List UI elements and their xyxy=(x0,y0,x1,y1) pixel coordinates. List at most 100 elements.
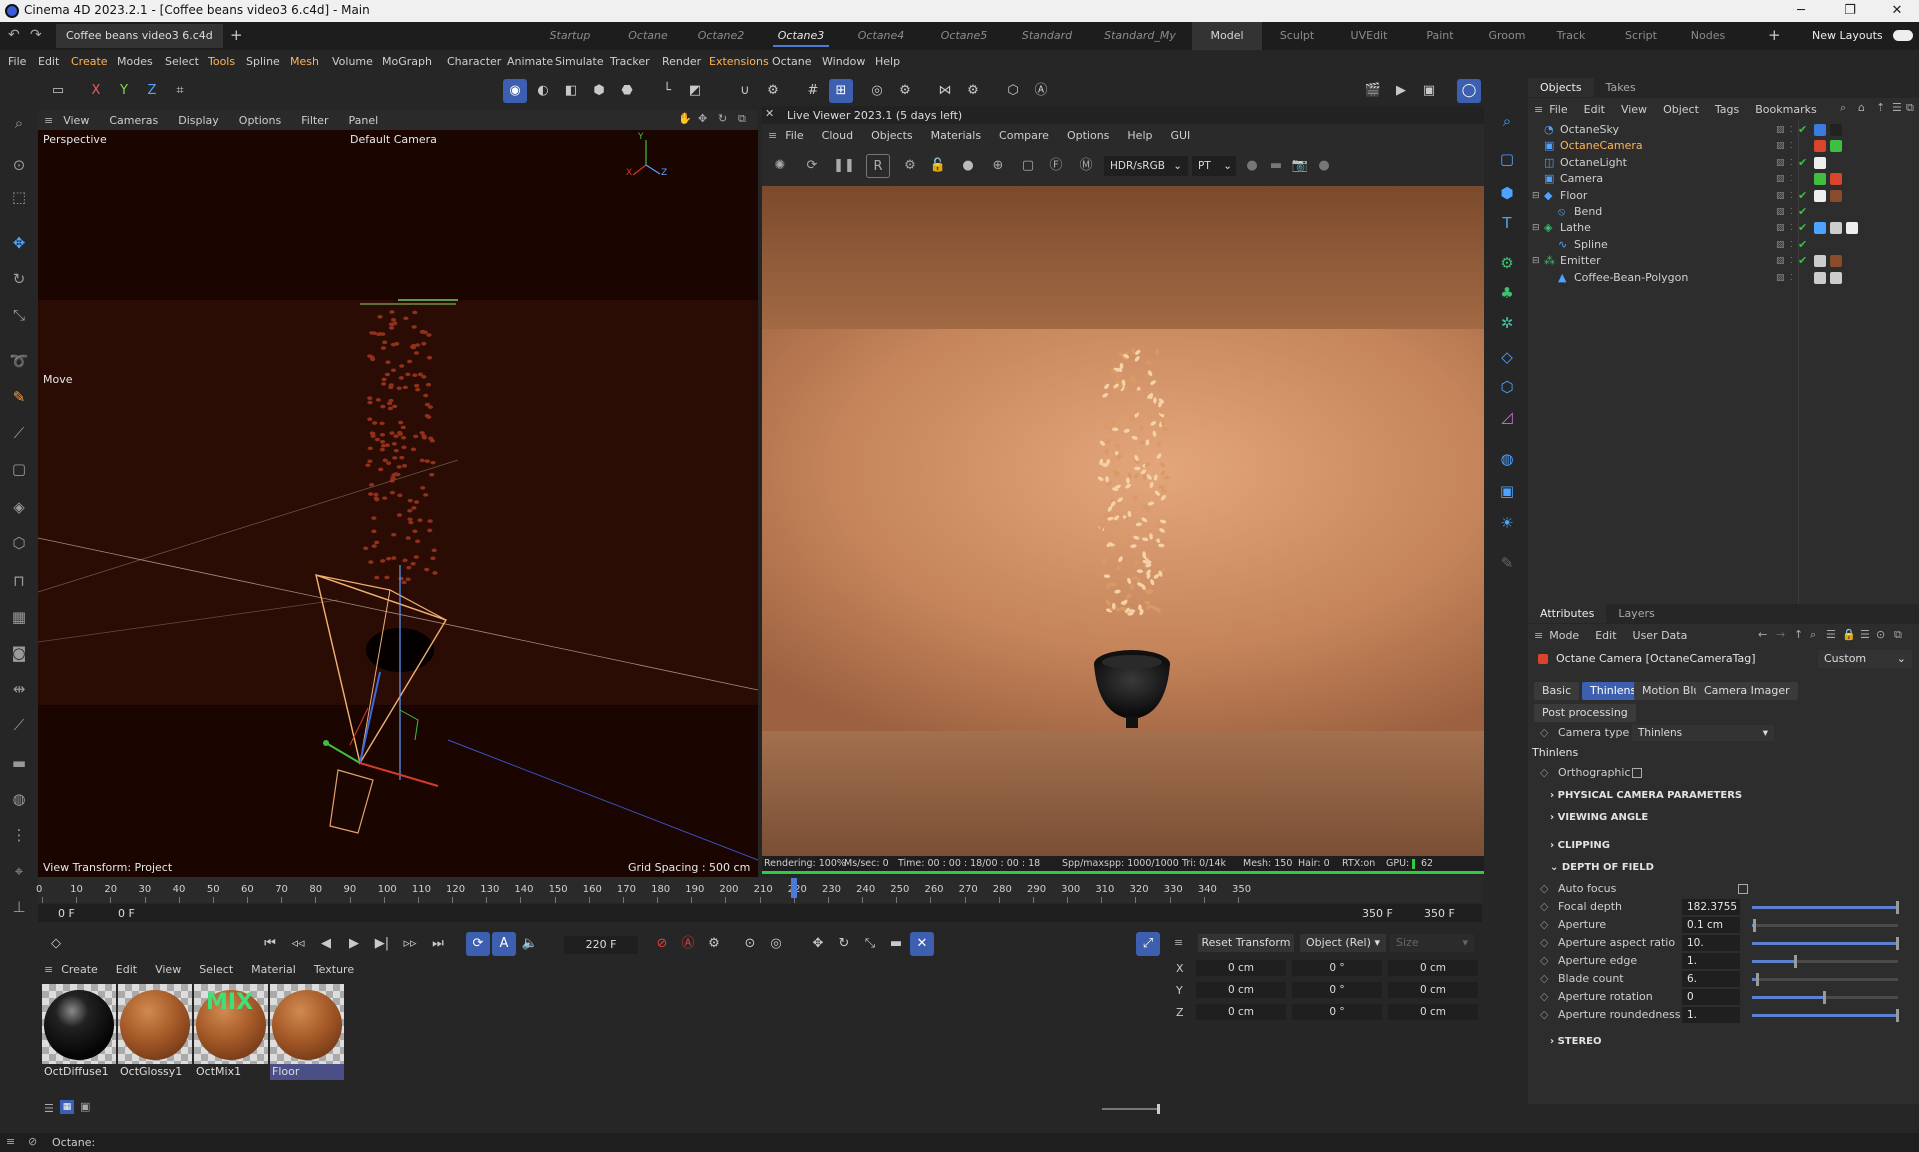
pan-icon[interactable]: ✋ xyxy=(678,112,692,125)
polygons-mode-icon[interactable]: ⬣ xyxy=(615,79,639,103)
param-slider[interactable] xyxy=(1752,919,1898,932)
menu-octane[interactable]: Octane xyxy=(772,55,812,68)
redo-icon[interactable]: ↷ xyxy=(30,27,42,43)
next-key-icon[interactable]: ▹▹ xyxy=(398,932,422,956)
attributes-menu-mode[interactable]: Mode xyxy=(1549,629,1579,642)
live-viewer-menu-compare[interactable]: Compare xyxy=(999,129,1049,142)
layout-tab-sculpt[interactable]: Sculpt xyxy=(1266,22,1328,50)
coord-size-select[interactable]: Size ▾ xyxy=(1390,934,1474,952)
scale-key-icon[interactable]: ⤡ xyxy=(858,932,882,956)
effector-icon[interactable]: ✲ xyxy=(1494,310,1520,336)
tab-layers[interactable]: Layers xyxy=(1606,604,1666,623)
close-viewer-icon[interactable]: ✕ xyxy=(765,107,774,120)
document-tab[interactable]: Coffee beans video3 6.c4d xyxy=(56,24,223,48)
search-icon[interactable]: ⌕ xyxy=(1840,101,1846,115)
timeline-ruler[interactable]: 0 10 20 30 40 50 60 70 80 90 100 110 120 130 140 150 160… xyxy=(36,877,1482,903)
model-mode-icon[interactable]: ◉ xyxy=(503,79,527,103)
orthographic-checkbox[interactable] xyxy=(1632,768,1642,778)
menu-window[interactable]: Window xyxy=(822,55,865,68)
points-mode-icon[interactable]: ◧ xyxy=(559,79,583,103)
coord-system-icon[interactable]: ⌗ xyxy=(168,79,192,103)
measure-icon[interactable]: ⌖ xyxy=(6,858,32,884)
null-object-icon[interactable]: ▢ xyxy=(1494,146,1520,172)
object-tag-icon[interactable] xyxy=(1814,189,1826,202)
key-settings-icon[interactable]: ⚙ xyxy=(702,932,726,956)
expand-icon[interactable]: ⧉ xyxy=(1906,101,1914,115)
lasso-icon[interactable]: ➰ xyxy=(6,348,32,374)
live-viewer-menu-help[interactable]: Help xyxy=(1127,129,1152,142)
coord-position-field[interactable]: 0 cm xyxy=(1196,1004,1286,1020)
object-tag-icon[interactable] xyxy=(1830,173,1842,186)
magnet-icon[interactable]: ∪ xyxy=(733,79,757,103)
object-tag-icon[interactable] xyxy=(1814,222,1826,235)
render-image[interactable] xyxy=(762,186,1484,856)
coord-position-field[interactable]: 0 cm xyxy=(1196,960,1286,976)
live-viewer-menu-file[interactable]: File xyxy=(785,129,803,142)
autokey-icon[interactable]: Ⓐ xyxy=(676,932,700,956)
axis-z-button[interactable]: Z xyxy=(140,79,164,103)
live-viewer-menu-options[interactable]: Options xyxy=(1067,129,1109,142)
layout-tab-standard_my[interactable]: Standard_My xyxy=(1096,22,1184,50)
layout-tab-model[interactable]: Model xyxy=(1192,22,1262,50)
attributes-menu-edit[interactable]: Edit xyxy=(1595,629,1616,642)
object-tag-icon[interactable] xyxy=(1830,124,1842,136)
param-value-field[interactable]: 1. xyxy=(1682,1007,1740,1023)
grid-view-icon[interactable]: ▦ xyxy=(60,1100,74,1114)
symmetry-settings-icon[interactable]: ⚙ xyxy=(961,79,985,103)
param-value-field[interactable]: 0 xyxy=(1682,989,1740,1005)
objects-menu-file[interactable]: File xyxy=(1549,103,1567,116)
tab-objects[interactable]: Objects xyxy=(1528,78,1594,97)
settings-icon[interactable]: ⊙ xyxy=(1876,628,1885,641)
cloner-icon[interactable]: ♣ xyxy=(1494,280,1520,306)
minimize-button[interactable]: ─ xyxy=(1781,0,1821,22)
subtab-camera-imager[interactable]: Camera Imager xyxy=(1696,682,1798,700)
close-button[interactable]: ✕ xyxy=(1877,0,1917,22)
material-ball-icon[interactable]: ● xyxy=(956,154,980,178)
menu-spline[interactable]: Spline xyxy=(246,55,280,68)
section-stereo[interactable]: › STEREO xyxy=(1550,1036,1602,1047)
keyframe-diamond-icon[interactable]: ◇ xyxy=(1540,988,1548,1006)
clay-mode-icon[interactable]: ● xyxy=(1312,154,1336,178)
viewport-menu-filter[interactable]: Filter xyxy=(301,114,328,127)
material-menu-texture[interactable]: Texture xyxy=(314,963,354,976)
maximize-button[interactable]: ❐ xyxy=(1830,0,1870,22)
playback-rate-icon[interactable]: A xyxy=(492,932,516,956)
start-frame-field[interactable]: 0 F xyxy=(58,907,75,920)
light-add-icon[interactable]: ☀ xyxy=(1494,510,1520,536)
timeline-view-icon[interactable]: ⤢ xyxy=(1136,932,1160,956)
back-arrow-icon[interactable]: ← xyxy=(1758,628,1767,641)
prev-key-icon[interactable]: ◃◃ xyxy=(286,932,310,956)
loop-icon[interactable]: ⟳ xyxy=(466,932,490,956)
menu-simulate[interactable]: Simulate xyxy=(555,55,604,68)
material-menu-select[interactable]: Select xyxy=(199,963,233,976)
layout-tab-track[interactable]: Track xyxy=(1546,22,1596,50)
keyframe-icon[interactable]: ◇ xyxy=(44,932,68,956)
hamburger-icon[interactable]: ≡ xyxy=(1174,936,1183,949)
viewport-menu-options[interactable]: Options xyxy=(239,114,281,127)
timeline-toggle-icon[interactable]: ✕ xyxy=(910,932,934,956)
forward-arrow-icon[interactable]: → xyxy=(1776,628,1785,641)
lock-icon[interactable]: 🔒 xyxy=(1842,628,1856,641)
keyframe-diamond-icon[interactable]: ◇ xyxy=(1540,916,1548,934)
send-scene-icon[interactable]: ✺ xyxy=(768,154,792,178)
colorspace-select[interactable]: HDR/sRGB ⌄ xyxy=(1104,156,1188,176)
generator-icon[interactable]: ⚙ xyxy=(1494,250,1520,276)
live-viewer-menu-materials[interactable]: Materials xyxy=(931,129,981,142)
restart-render-icon[interactable]: ⟳ xyxy=(800,154,824,178)
knife-icon[interactable]: ⟋ xyxy=(6,420,32,446)
texture-mode-icon[interactable]: ◩ xyxy=(683,79,707,103)
object-tag-icon[interactable] xyxy=(1814,124,1826,136)
menu-select[interactable]: Select xyxy=(165,55,199,68)
objects-menu-bookmarks[interactable]: Bookmarks xyxy=(1755,103,1816,116)
play-icon[interactable]: ▶ xyxy=(342,932,366,956)
layout-tab-groom[interactable]: Groom xyxy=(1476,22,1538,50)
filter-icon[interactable]: ☰ xyxy=(1892,101,1902,114)
viewport-menu-view[interactable]: View xyxy=(63,114,89,127)
param-value-field[interactable]: 0.1 cm xyxy=(1682,917,1740,933)
end-frame-field[interactable]: 350 F xyxy=(1424,907,1455,920)
axis-y-button[interactable]: Y xyxy=(112,79,136,103)
keyframe-diamond-icon[interactable]: ◇ xyxy=(1540,724,1548,742)
auto-focus-checkbox[interactable] xyxy=(1738,884,1748,894)
dolly-icon[interactable]: ✥ xyxy=(698,112,707,125)
timeline-playhead[interactable] xyxy=(790,878,797,898)
